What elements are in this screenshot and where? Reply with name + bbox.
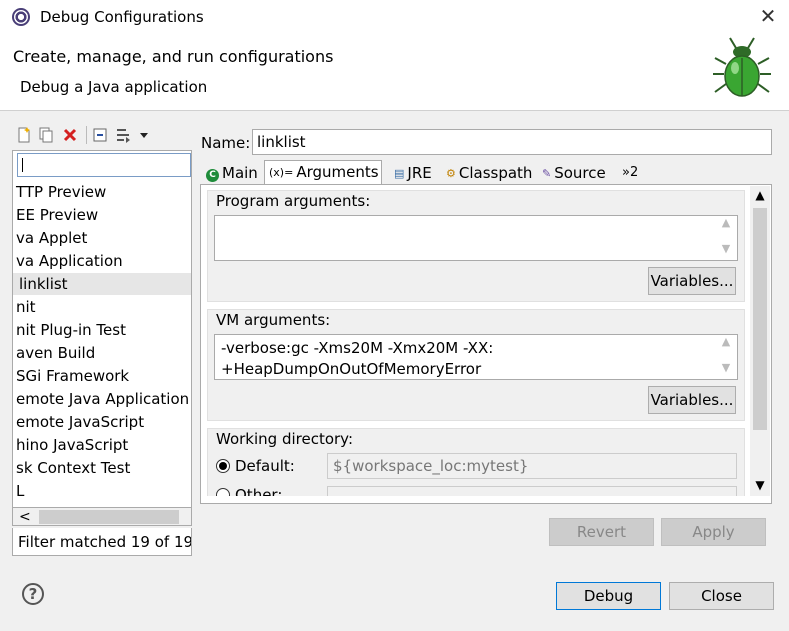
main-tab-icon: C: [206, 169, 219, 182]
vm-arguments-label: VM arguments:: [216, 311, 331, 329]
vm-variables-button[interactable]: Variables...: [648, 386, 736, 414]
vertical-scrollbar[interactable]: ▲ ▼: [750, 186, 770, 496]
list-item[interactable]: TTP Preview: [13, 181, 191, 203]
collapse-all-icon[interactable]: [92, 127, 108, 143]
other-directory-row: Other:: [207, 486, 747, 496]
title-bar: Debug Configurations ✕: [0, 0, 789, 36]
horizontal-scrollbar[interactable]: <: [12, 508, 192, 526]
default-directory-field: ${workspace_loc:mytest}: [327, 453, 737, 479]
tab-source[interactable]: ✎ Source: [538, 162, 618, 184]
scrollbar-thumb[interactable]: [39, 510, 179, 524]
working-directory-label: Working directory:: [216, 430, 354, 448]
list-item[interactable]: EE Preview: [13, 204, 191, 226]
scroll-up-icon[interactable]: ▲: [750, 188, 770, 202]
help-icon[interactable]: ?: [22, 583, 44, 605]
jre-tab-icon: ▤: [394, 167, 405, 180]
tab-arguments[interactable]: (x)= Arguments: [264, 160, 382, 186]
program-arguments-label: Program arguments:: [216, 192, 371, 210]
overflow-tabs-icon[interactable]: »2: [618, 162, 648, 184]
list-item[interactable]: va Application: [13, 250, 191, 272]
delete-configuration-icon[interactable]: [62, 127, 78, 143]
scroll-down-icon[interactable]: ▼: [750, 478, 770, 492]
other-directory-field[interactable]: [327, 486, 737, 496]
tab-main[interactable]: C Main: [202, 162, 266, 184]
name-label: Name:: [201, 134, 251, 152]
list-item[interactable]: nit: [13, 296, 191, 318]
close-button[interactable]: Close: [669, 582, 774, 610]
textarea-scrollbar[interactable]: ▲ ▼: [716, 335, 736, 379]
list-item[interactable]: SGi Framework: [13, 365, 191, 387]
tab-classpath[interactable]: ⚙ Classpath: [442, 162, 538, 184]
close-window-icon[interactable]: ✕: [756, 4, 780, 28]
list-item[interactable]: L: [13, 480, 191, 502]
other-directory-radio[interactable]: [216, 488, 230, 496]
chevron-down-icon[interactable]: [136, 127, 152, 143]
new-configuration-icon[interactable]: [16, 127, 32, 143]
textarea-scrollbar[interactable]: ▲ ▼: [716, 216, 736, 260]
apply-button[interactable]: Apply: [661, 518, 766, 546]
list-item[interactable]: sk Context Test: [13, 457, 191, 479]
filter-configurations-icon[interactable]: [115, 127, 131, 143]
header-subtitle: Debug a Java application: [20, 78, 208, 96]
revert-button[interactable]: Revert: [549, 518, 654, 546]
text-caret: [22, 158, 23, 172]
list-item[interactable]: nit Plug-in Test: [13, 319, 191, 341]
program-variables-button[interactable]: Variables...: [648, 267, 736, 295]
debug-bug-icon: [713, 37, 771, 97]
list-item[interactable]: va Applet: [13, 227, 191, 249]
list-item[interactable]: aven Build: [13, 342, 191, 364]
source-tab-icon: ✎: [542, 167, 552, 180]
other-directory-label: Other:: [235, 486, 283, 496]
default-directory-radio[interactable]: [216, 459, 230, 473]
configuration-name-input[interactable]: linklist: [252, 129, 772, 155]
filter-status: Filter matched 19 of 19 i: [12, 528, 192, 556]
tab-jre[interactable]: ▤ JRE: [390, 162, 442, 184]
arguments-tab-icon: (x)=: [269, 166, 294, 179]
scroll-left-icon[interactable]: <: [19, 508, 31, 526]
list-item[interactable]: emote Java Application: [13, 388, 191, 410]
eclipse-icon: [12, 8, 30, 26]
configuration-tabs: C Main (x)= Arguments ▤ JRE ⚙ Classpath ✎ Sou…: [200, 160, 772, 186]
debug-button[interactable]: Debug: [556, 582, 661, 610]
window-title: Debug Configurations: [40, 8, 204, 26]
configurations-toolbar: [12, 124, 192, 148]
configurations-tree: TTP Preview EE Preview va Applet va Appl…: [12, 150, 192, 508]
filter-input[interactable]: [17, 153, 191, 177]
list-item-selected[interactable]: linklist: [13, 273, 191, 295]
list-item[interactable]: hino JavaScript: [13, 434, 191, 456]
header-title: Create, manage, and run configurations: [13, 47, 334, 66]
scrollbar-thumb[interactable]: [753, 208, 767, 430]
dialog-header: Create, manage, and run configurations D…: [0, 36, 789, 106]
list-item[interactable]: emote JavaScript: [13, 411, 191, 433]
vm-arguments-input[interactable]: -verbose:gc -Xms20M -Xmx20M -XX: +HeapDu…: [214, 334, 738, 380]
default-directory-label: Default:: [235, 457, 295, 475]
program-arguments-input[interactable]: [214, 215, 738, 261]
duplicate-configuration-icon[interactable]: [38, 127, 54, 143]
classpath-tab-icon: ⚙: [446, 167, 456, 180]
